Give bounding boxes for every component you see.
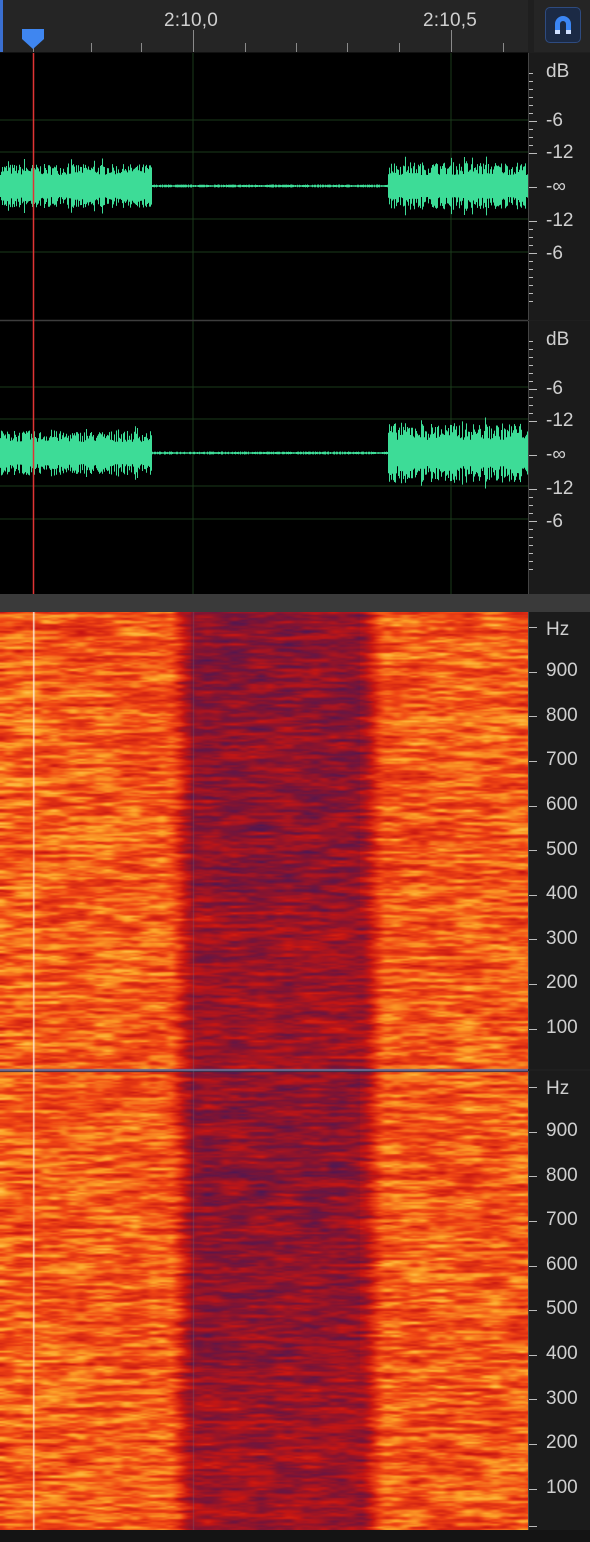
hz-label: 200: [546, 972, 578, 993]
hz-unit-label: Hz: [546, 619, 570, 640]
hz-label: 400: [546, 883, 578, 904]
hz-label: 300: [546, 1388, 578, 1409]
waveform-scale-ch2: dB -6 -12 -∞ -12 -6: [528, 321, 590, 594]
db-label: -6: [546, 378, 563, 399]
hz-label: 500: [546, 1298, 578, 1319]
db-unit-label: dB: [546, 329, 570, 350]
time-label-2-10-5: 2:10,5: [423, 10, 478, 31]
db-label: -12: [546, 210, 574, 231]
db-label: -∞: [546, 176, 566, 197]
hz-label: 900: [546, 660, 578, 681]
db-label: -6: [546, 511, 563, 532]
db-label: -12: [546, 478, 574, 499]
hz-label: 700: [546, 749, 578, 770]
hz-label: 200: [546, 1432, 578, 1453]
magnet-icon: [555, 16, 571, 34]
hz-label: 300: [546, 928, 578, 949]
hz-label: 100: [546, 1477, 578, 1498]
ruler-start-edge: [0, 0, 3, 52]
hz-label: 800: [546, 705, 578, 726]
time-label-2-10-0: 2:10,0: [164, 10, 219, 31]
hz-label: 900: [546, 1120, 578, 1141]
snap-toggle-button[interactable]: [545, 7, 581, 43]
spectrogram-panel[interactable]: [0, 612, 528, 1530]
hz-label: 600: [546, 794, 578, 815]
waveform-scale-ch1: dB -6 -12 -∞ -12 -6: [528, 53, 590, 320]
playhead-handle[interactable]: [21, 28, 45, 50]
hz-label: 700: [546, 1209, 578, 1230]
hz-label: 800: [546, 1165, 578, 1186]
db-unit-label: dB: [546, 61, 570, 82]
waveform-display[interactable]: [0, 53, 528, 594]
waveform-channel-2: [0, 417, 528, 489]
waveform-channel-1: [0, 156, 528, 216]
spectrogram-display[interactable]: [0, 612, 528, 1530]
bottom-scrollbar[interactable]: [0, 1530, 590, 1542]
panel-splitter[interactable]: [0, 594, 590, 612]
spectrogram-scale-ch2: Hz 900 800 700 600 500 400 300 200 100: [528, 1071, 590, 1530]
db-label: -12: [546, 410, 574, 431]
hz-label: 100: [546, 1017, 578, 1038]
hz-label: 400: [546, 1343, 578, 1364]
db-label: -6: [546, 243, 563, 264]
db-label: -6: [546, 110, 563, 131]
snap-area: [534, 0, 590, 52]
hz-unit-label: Hz: [546, 1078, 570, 1099]
db-label: -12: [546, 142, 574, 163]
hz-label: 600: [546, 1254, 578, 1275]
spectrogram-scale-ch1: Hz 900 800 700 600 500 400 300 200 100: [528, 612, 590, 1069]
hz-label: 500: [546, 839, 578, 860]
time-ruler[interactable]: 2:10,0 2:10,5: [0, 0, 528, 53]
waveform-panel[interactable]: [0, 53, 528, 594]
db-label: -∞: [546, 444, 566, 465]
